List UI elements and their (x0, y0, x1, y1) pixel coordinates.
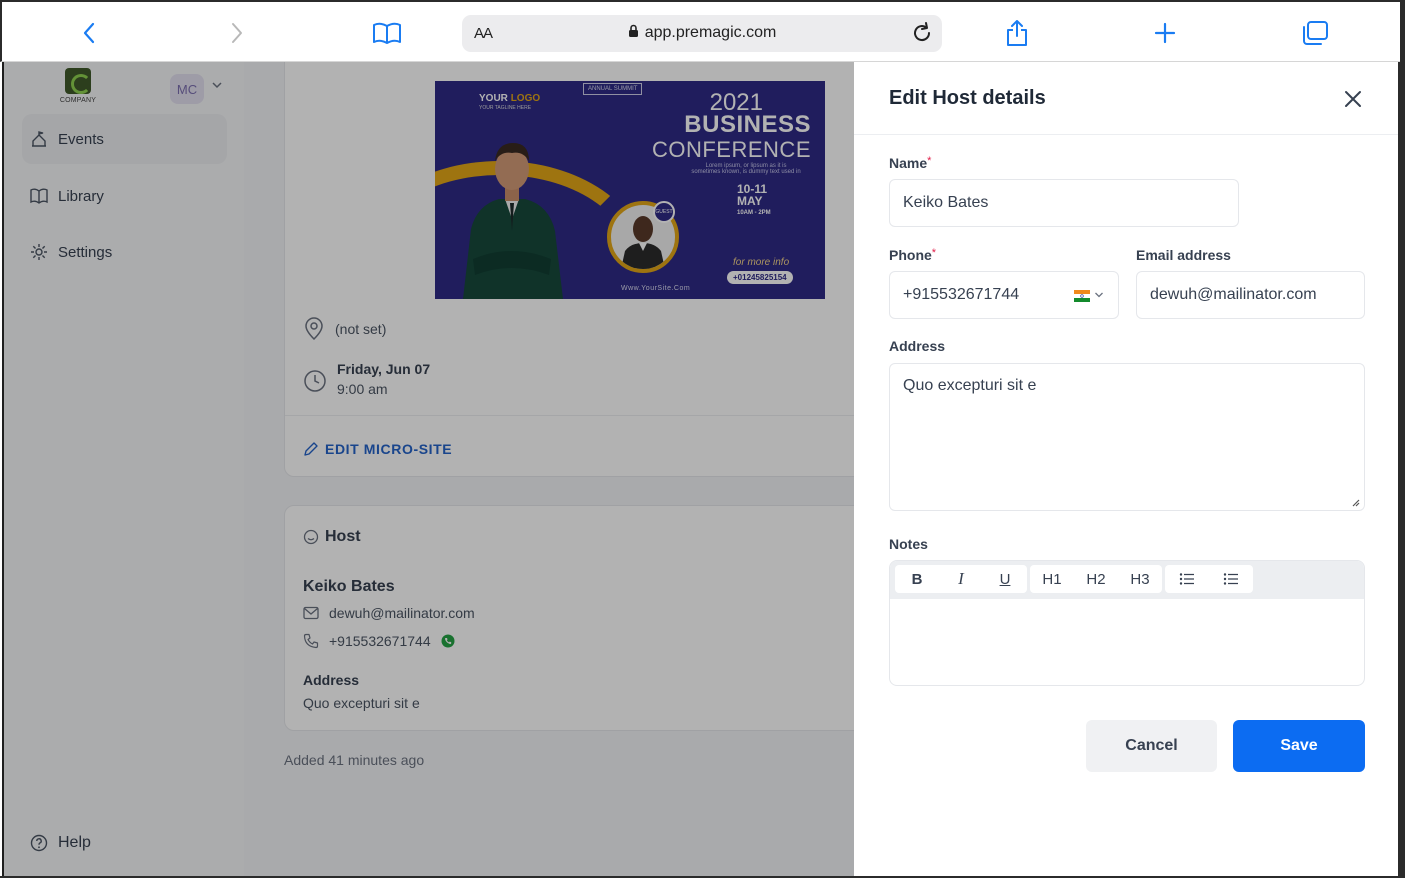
resize-handle-icon[interactable] (1351, 498, 1360, 507)
italic-button[interactable]: I (939, 565, 983, 593)
address-textarea[interactable]: Quo excepturi sit e (889, 363, 1365, 511)
heading-group: H1 H2 H3 (1030, 565, 1162, 593)
bullet-list-button[interactable] (1165, 565, 1209, 593)
address-bar[interactable]: AA app.premagic.com (462, 15, 942, 52)
url-text: app.premagic.com (644, 24, 777, 41)
close-icon[interactable] (1342, 88, 1364, 110)
name-field-value: Keiko Bates (903, 194, 989, 211)
name-field[interactable]: Keiko Bates (889, 179, 1239, 227)
email-field[interactable]: dewuh@mailinator.com (1136, 271, 1365, 319)
bookmarks-icon[interactable] (370, 16, 404, 50)
name-label-text: Name (889, 155, 928, 171)
required-marker: * (931, 247, 937, 259)
notes-content-area[interactable] (890, 599, 1364, 685)
drawer-title: Edit Host details (889, 87, 1046, 109)
window-frame-right (1400, 0, 1405, 878)
address-label: Address (889, 338, 946, 354)
reload-icon[interactable] (910, 21, 934, 45)
name-label: Name* (889, 155, 931, 171)
notes-toolbar: B I U H1 H2 H3 (890, 561, 1364, 599)
bold-button[interactable]: B (895, 565, 939, 593)
email-field-value: dewuh@mailinator.com (1150, 286, 1317, 303)
underline-button[interactable]: U (983, 565, 1027, 593)
back-icon[interactable] (72, 16, 106, 50)
required-marker: * (927, 155, 932, 167)
address-textarea-value: Quo excepturi sit e (903, 377, 1037, 394)
forward-icon[interactable] (220, 16, 254, 50)
heading-2-button[interactable]: H2 (1074, 565, 1118, 593)
email-label: Email address (1136, 247, 1231, 263)
list-group (1165, 565, 1253, 593)
ordered-list-icon (1223, 573, 1238, 585)
edit-host-drawer: Edit Host details Name* Keiko Bates Phon… (854, 62, 1400, 876)
heading-3-button[interactable]: H3 (1118, 565, 1162, 593)
chevron-down-icon[interactable] (1094, 291, 1104, 299)
lock-icon (628, 24, 638, 37)
notes-label: Notes (889, 536, 928, 552)
url-display[interactable]: app.premagic.com (462, 24, 942, 42)
india-flag-icon[interactable] (1074, 290, 1090, 302)
phone-field-value: +915532671744 (903, 286, 1020, 303)
phone-label-text: Phone (889, 247, 932, 263)
phone-label: Phone* (889, 247, 936, 263)
save-button[interactable]: Save (1233, 720, 1365, 772)
cancel-button[interactable]: Cancel (1086, 720, 1217, 772)
browser-toolbar: AA app.premagic.com (0, 0, 1405, 62)
ordered-list-button[interactable] (1209, 565, 1253, 593)
heading-1-button[interactable]: H1 (1030, 565, 1074, 593)
bullet-list-icon (1179, 573, 1194, 585)
tabs-overview-icon[interactable] (1298, 16, 1332, 50)
share-icon[interactable] (1000, 16, 1034, 50)
drawer-divider (854, 134, 1398, 135)
phone-field[interactable]: +915532671744 (889, 271, 1119, 319)
format-group: B I U (895, 565, 1027, 593)
new-tab-icon[interactable] (1148, 16, 1182, 50)
modal-backdrop[interactable] (2, 62, 854, 876)
notes-editor: B I U H1 H2 H3 (889, 560, 1365, 686)
